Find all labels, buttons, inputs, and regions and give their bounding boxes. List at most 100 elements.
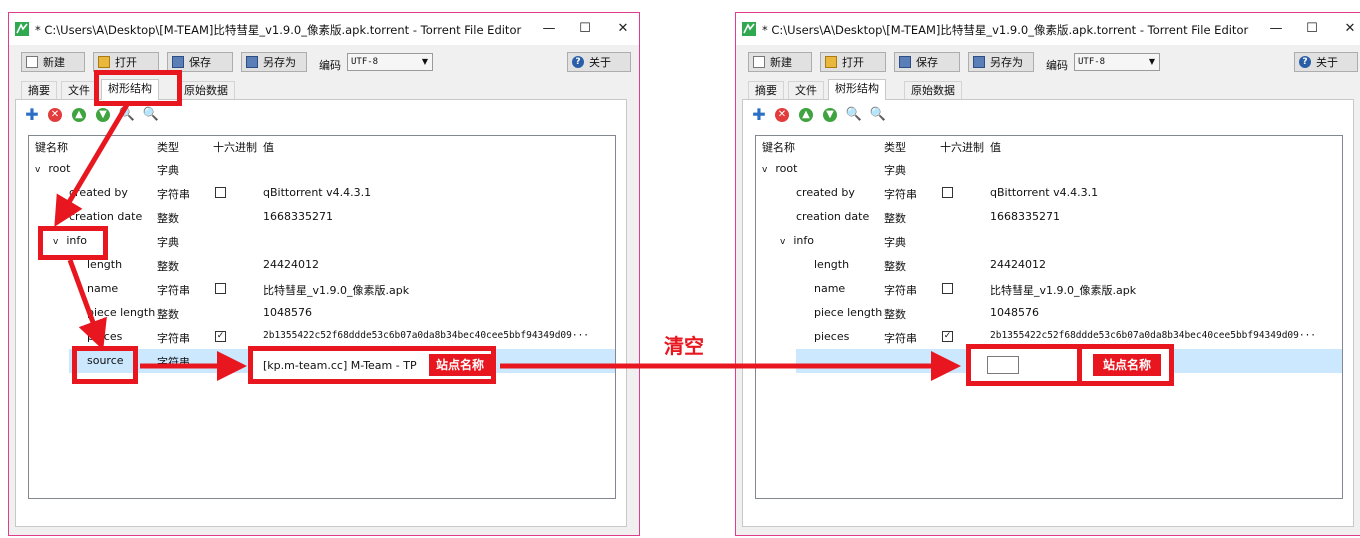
left-window: * C:\Users\A\Desktop\[M-TEAM]比特彗星_v1.9.0…	[8, 12, 640, 536]
clear-search-icon[interactable]: 🔍	[870, 108, 886, 122]
encoding-select[interactable]: UTF-8 ▼	[1074, 53, 1160, 71]
hex-checkbox[interactable]	[942, 283, 953, 294]
tree-row-info[interactable]: v info 字典	[756, 229, 1342, 253]
row-type: 整数	[157, 260, 179, 273]
col-hex[interactable]: 十六进制	[213, 139, 257, 155]
tree-row-length[interactable]: length 整数 24424012	[756, 253, 1342, 277]
tab-raw[interactable]: 原始数据	[904, 81, 962, 99]
encoding-label: 编码	[1046, 59, 1068, 72]
hex-checkbox[interactable]	[215, 283, 226, 294]
tab-summary[interactable]: 摘要	[748, 81, 784, 99]
search-icon[interactable]: 🔍	[846, 108, 862, 122]
minimize-button[interactable]: —	[531, 17, 567, 41]
row-value: 1048576	[263, 306, 312, 319]
tree-row-piece-length[interactable]: piece length 整数 1048576	[756, 301, 1342, 325]
col-value[interactable]: 值	[990, 139, 1001, 155]
remove-icon[interactable]: ✕	[775, 108, 789, 122]
about-label: 关于	[589, 56, 611, 69]
floppy-icon	[172, 56, 184, 68]
tab-raw[interactable]: 原始数据	[177, 81, 235, 99]
maximize-button[interactable]: ☐	[567, 17, 603, 41]
close-button[interactable]: ✕	[605, 17, 641, 41]
chevron-down-icon: ▼	[421, 57, 428, 66]
open-button[interactable]: 打开	[93, 52, 159, 72]
tree-row-name[interactable]: name 字符串 比特彗星_v1.9.0_像素版.apk	[756, 277, 1342, 301]
minimize-button[interactable]: —	[1258, 17, 1294, 41]
encoding-select[interactable]: UTF-8 ▼	[347, 53, 433, 71]
about-button[interactable]: ? 关于	[1294, 52, 1358, 72]
col-key[interactable]: 键名称	[35, 139, 68, 155]
row-type: 整数	[157, 308, 179, 321]
tree-view[interactable]: 键名称 类型 十六进制 值 v root 字典 created by 字符串 qB…	[28, 135, 616, 499]
move-up-icon[interactable]: ▲	[72, 108, 86, 122]
open-button[interactable]: 打开	[820, 52, 886, 72]
row-key: info	[793, 234, 814, 247]
row-type: 字典	[884, 236, 906, 249]
hex-checkbox[interactable]	[215, 187, 226, 198]
tree-row-name[interactable]: name 字符串 比特彗星_v1.9.0_像素版.apk	[29, 277, 615, 301]
source-value-input[interactable]	[987, 356, 1019, 374]
row-key: piece length	[814, 306, 883, 319]
row-type: 字符串	[884, 332, 917, 345]
new-label: 新建	[770, 56, 792, 69]
move-down-icon[interactable]: ▼	[96, 108, 110, 122]
row-value: 24424012	[263, 258, 319, 271]
tree-row-root[interactable]: v root 字典	[756, 157, 1342, 181]
floppy-icon	[899, 56, 911, 68]
move-up-icon[interactable]: ▲	[799, 108, 813, 122]
tree-row-length[interactable]: length 整数 24424012	[29, 253, 615, 277]
tab-files[interactable]: 文件	[61, 81, 97, 99]
col-hex[interactable]: 十六进制	[940, 139, 984, 155]
hex-checkbox-checked[interactable]: ✓	[215, 331, 226, 342]
maximize-button[interactable]: ☐	[1294, 17, 1330, 41]
new-button[interactable]: 新建	[21, 52, 85, 72]
save-button[interactable]: 保存	[894, 52, 960, 72]
search-icon[interactable]: 🔍	[119, 108, 135, 122]
tree-row-piece-length[interactable]: piece length 整数 1048576	[29, 301, 615, 325]
row-key: pieces	[814, 330, 850, 343]
highlight-source-empty: 站点名称	[966, 344, 1174, 386]
tree-row-creation-date[interactable]: creation date 整数 1668335271	[756, 205, 1342, 229]
row-type: 字典	[157, 236, 179, 249]
app-icon	[742, 22, 756, 36]
chevron-down-icon: v	[35, 165, 41, 175]
save-as-label: 另存为	[990, 56, 1023, 69]
save-as-button[interactable]: 另存为	[241, 52, 307, 72]
hex-checkbox-checked[interactable]: ✓	[942, 331, 953, 342]
tree-row-info[interactable]: v info 字典	[29, 229, 615, 253]
tree-view[interactable]: 键名称 类型 十六进制 值 v root 字典 created by 字符串 qB…	[755, 135, 1343, 499]
row-key: creation date	[796, 210, 870, 223]
tree-panel: ✚ ✕ ▲ ▼ 🔍 🔍 键名称 类型 十六进制 值 v root 字典 creat…	[15, 99, 627, 527]
chevron-down-icon: v	[762, 165, 768, 175]
highlight-info-row	[38, 226, 108, 260]
hex-checkbox[interactable]	[942, 187, 953, 198]
about-button[interactable]: ? 关于	[567, 52, 631, 72]
new-button[interactable]: 新建	[748, 52, 812, 72]
clear-search-icon[interactable]: 🔍	[143, 108, 159, 122]
save-label: 保存	[916, 56, 938, 69]
col-type[interactable]: 类型	[884, 139, 906, 155]
tab-summary[interactable]: 摘要	[21, 81, 57, 99]
encoding-value: UTF-8	[351, 57, 379, 67]
row-key: pieces	[87, 330, 123, 343]
add-icon[interactable]: ✚	[25, 107, 38, 123]
tree-panel: ✚ ✕ ▲ ▼ 🔍 🔍 键名称 类型 十六进制 值 v root 字典 creat…	[742, 99, 1354, 527]
save-button[interactable]: 保存	[167, 52, 233, 72]
col-type[interactable]: 类型	[157, 139, 179, 155]
close-button[interactable]: ✕	[1332, 17, 1360, 41]
add-icon[interactable]: ✚	[752, 107, 765, 123]
tree-row-root[interactable]: v root 字典	[29, 157, 615, 181]
tab-files[interactable]: 文件	[788, 81, 824, 99]
tab-tree[interactable]: 树形结构	[828, 79, 886, 100]
move-down-icon[interactable]: ▼	[823, 108, 837, 122]
title-bar: * C:\Users\A\Desktop\[M-TEAM]比特彗星_v1.9.0…	[736, 13, 1360, 45]
remove-icon[interactable]: ✕	[48, 108, 62, 122]
tree-row-created-by[interactable]: created by 字符串 qBittorrent v4.4.3.1	[756, 181, 1342, 205]
col-key[interactable]: 键名称	[762, 139, 795, 155]
row-type: 整数	[157, 212, 179, 225]
tree-row-created-by[interactable]: created by 字符串 qBittorrent v4.4.3.1	[29, 181, 615, 205]
col-value[interactable]: 值	[263, 139, 274, 155]
tab-tree[interactable]: 树形结构	[101, 79, 159, 100]
save-as-button[interactable]: 另存为	[968, 52, 1034, 72]
tree-row-creation-date[interactable]: creation date 整数 1668335271	[29, 205, 615, 229]
